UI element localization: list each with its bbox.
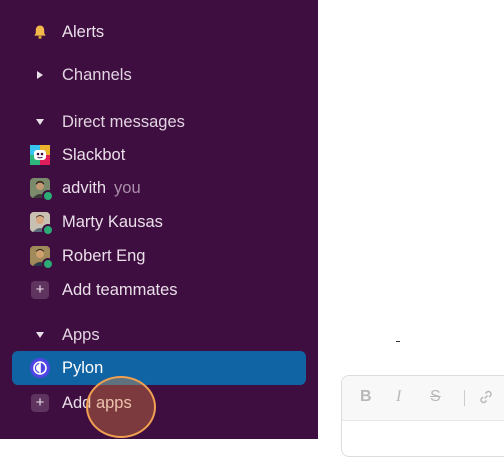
add-apps-button[interactable]: + Add apps <box>0 386 318 420</box>
bell-icon <box>24 15 56 49</box>
sidebar: Alerts Channels Direct messages Slackbot… <box>0 0 318 439</box>
plus-icon: + <box>31 394 49 412</box>
section-label: Apps <box>62 325 100 344</box>
app-item-pylon[interactable]: Pylon <box>0 351 318 385</box>
bold-button[interactable]: B <box>360 388 372 406</box>
user-avatar <box>30 246 54 270</box>
link-icon[interactable] <box>478 389 494 410</box>
dm-name: Slackbot <box>62 145 126 164</box>
direct-messages-section-toggle[interactable]: Direct messages <box>0 105 318 139</box>
dm-item-robert-eng[interactable]: Robert Eng <box>0 239 318 273</box>
stray-mark <box>396 341 400 342</box>
dm-item-slackbot[interactable]: Slackbot <box>0 138 318 172</box>
dm-name: Robert Eng <box>62 246 146 265</box>
section-label: Channels <box>62 65 132 84</box>
section-label: Direct messages <box>62 112 185 131</box>
pylon-app-icon <box>30 358 50 378</box>
plus-icon: + <box>31 281 49 299</box>
dm-item-marty-kausas[interactable]: Marty Kausas <box>0 205 318 239</box>
strikethrough-button[interactable]: S <box>430 388 441 406</box>
app-name: Pylon <box>62 358 104 377</box>
apps-section-toggle[interactable]: Apps <box>0 318 318 352</box>
you-label: you <box>114 178 141 197</box>
add-apps-label: Add apps <box>62 393 132 412</box>
add-teammates-label: Add teammates <box>62 280 178 299</box>
toolbar-divider <box>464 390 465 406</box>
formatting-toolbar: B I S <box>342 376 504 421</box>
online-status-indicator <box>42 224 54 236</box>
online-status-indicator <box>42 190 54 202</box>
user-avatar <box>30 178 54 202</box>
dm-item-advith[interactable]: advith you <box>0 171 318 205</box>
online-status-indicator <box>42 258 54 270</box>
caret-right-icon <box>37 71 43 79</box>
message-composer[interactable]: B I S <box>341 375 504 457</box>
italic-button[interactable]: I <box>396 388 401 406</box>
caret-down-icon <box>36 332 44 338</box>
caret-down-icon <box>36 119 44 125</box>
add-teammates-button[interactable]: + Add teammates <box>0 273 318 307</box>
slackbot-avatar <box>30 145 50 165</box>
sidebar-item-label: Alerts <box>62 22 105 41</box>
channels-section-toggle[interactable]: Channels <box>0 58 318 92</box>
dm-name-wrapper: advith you <box>62 179 141 198</box>
user-avatar <box>30 212 54 236</box>
dm-name: advith <box>62 178 107 197</box>
dm-name: Marty Kausas <box>62 212 163 231</box>
sidebar-item-alerts[interactable]: Alerts <box>0 15 318 49</box>
